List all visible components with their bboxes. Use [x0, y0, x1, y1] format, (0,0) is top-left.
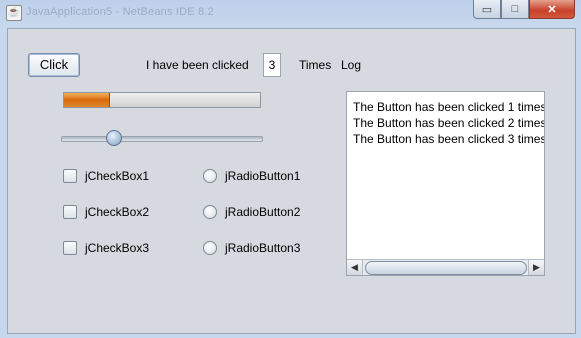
- checkbox-box[interactable]: [63, 241, 77, 255]
- checkbox-1[interactable]: jCheckBox1: [63, 169, 149, 183]
- log-line: The Button has been clicked 2 times: [353, 116, 545, 130]
- log-label: Log: [341, 58, 362, 72]
- scroll-thumb[interactable]: [365, 261, 527, 275]
- radio-circle[interactable]: [203, 241, 217, 255]
- radio-label: jRadioButton3: [225, 241, 301, 255]
- form-panel: Click I have been clicked 3 Times Log jC…: [7, 28, 576, 334]
- maximize-button[interactable]: □: [501, 0, 529, 19]
- radio-circle[interactable]: [203, 205, 217, 219]
- checkbox-label: jCheckBox3: [85, 241, 150, 255]
- scroll-left-arrow-icon[interactable]: ◀: [347, 260, 363, 275]
- title-bar[interactable]: ☕ JavaApplication5 - NetBeans IDE 8.2 ▭ …: [0, 0, 581, 26]
- radio-circle[interactable]: [203, 169, 217, 183]
- progress-fill: [64, 93, 111, 107]
- log-line: The Button has been clicked 3 times: [353, 132, 545, 146]
- checkbox-box[interactable]: [63, 169, 77, 183]
- checkbox-2[interactable]: jCheckBox2: [63, 205, 149, 219]
- application-window: ☕ JavaApplication5 - NetBeans IDE 8.2 ▭ …: [0, 0, 581, 338]
- log-lines: The Button has been clicked 1 times The …: [353, 99, 545, 147]
- radio-label: jRadioButton1: [225, 169, 301, 183]
- click-button[interactable]: Click: [28, 53, 80, 77]
- times-label: Times: [299, 58, 332, 72]
- minimize-button[interactable]: ▭: [473, 0, 501, 19]
- checkbox-3[interactable]: jCheckBox3: [63, 241, 149, 255]
- java-app-icon: ☕: [6, 5, 22, 21]
- horizontal-scrollbar[interactable]: ◀ ▶: [347, 259, 544, 275]
- radio-button-3[interactable]: jRadioButton3: [203, 241, 300, 255]
- log-line: The Button has been clicked 1 times: [353, 100, 545, 114]
- radio-label: jRadioButton2: [225, 205, 301, 219]
- slider[interactable]: [61, 129, 263, 147]
- slider-track[interactable]: [61, 136, 263, 142]
- clicked-label: I have been clicked: [146, 58, 249, 72]
- progress-bar: [63, 92, 261, 108]
- window-controls: ▭ □ ✕: [473, 0, 575, 20]
- window-title: JavaApplication5 - NetBeans IDE 8.2: [26, 6, 214, 18]
- scroll-right-arrow-icon[interactable]: ▶: [528, 260, 544, 275]
- slider-thumb[interactable]: [105, 130, 122, 146]
- checkbox-label: jCheckBox2: [85, 205, 150, 219]
- click-count-field[interactable]: 3: [263, 53, 281, 77]
- close-button[interactable]: ✕: [529, 0, 575, 19]
- checkbox-label: jCheckBox1: [85, 169, 150, 183]
- log-text-area[interactable]: The Button has been clicked 1 times The …: [346, 91, 545, 276]
- checkbox-box[interactable]: [63, 205, 77, 219]
- radio-button-1[interactable]: jRadioButton1: [203, 169, 300, 183]
- radio-button-2[interactable]: jRadioButton2: [203, 205, 300, 219]
